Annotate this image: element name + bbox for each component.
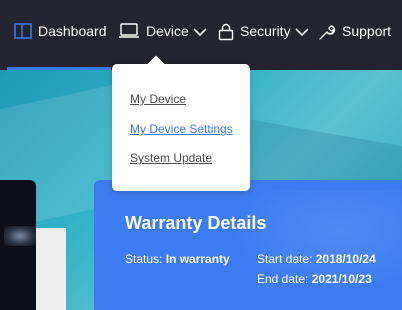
- warranty-start-date: Start date: 2018/10/24: [257, 252, 376, 266]
- laptop-icon: [118, 23, 140, 39]
- chevron-down-icon: [295, 27, 309, 37]
- warranty-status-label: Status:: [125, 252, 163, 266]
- warranty-start-value: 2018/10/24: [315, 252, 376, 266]
- warranty-card: Warranty Details Status: In warranty Sta…: [94, 180, 402, 310]
- device-photo-highlight: [4, 226, 36, 246]
- warranty-end-value: 2021/10/23: [311, 272, 372, 286]
- nav-label-device: Device: [146, 23, 189, 39]
- nav-item-device[interactable]: Device: [118, 0, 207, 70]
- dashboard-icon: [14, 23, 32, 39]
- top-navigation: Dashboard Device Security Support: [0, 0, 402, 70]
- nav-item-security[interactable]: Security: [218, 0, 309, 70]
- nav-item-dashboard[interactable]: Dashboard: [14, 0, 107, 70]
- warranty-status: Status: In warranty: [125, 252, 230, 266]
- warranty-status-value: In warranty: [165, 252, 230, 266]
- chevron-down-icon: [193, 27, 207, 37]
- menu-item-my-device-settings[interactable]: My Device Settings: [130, 122, 233, 136]
- nav-label-dashboard: Dashboard: [38, 23, 107, 39]
- warranty-title: Warranty Details: [125, 213, 267, 233]
- nav-label-security: Security: [240, 23, 291, 39]
- menu-item-system-update[interactable]: System Update: [130, 151, 212, 165]
- lock-icon: [218, 23, 234, 41]
- device-photo: [0, 180, 36, 310]
- warranty-end-date: End date: 2021/10/23: [257, 272, 372, 286]
- nav-label-support: Support: [342, 23, 392, 39]
- nav-item-support[interactable]: Support: [318, 0, 391, 70]
- device-dropdown-menu: My Device My Device Settings System Upda…: [112, 55, 250, 191]
- wrench-icon: [318, 23, 336, 41]
- content-panel: [36, 228, 66, 310]
- warranty-end-label: End date:: [257, 272, 309, 286]
- warranty-start-label: Start date:: [257, 252, 313, 266]
- menu-item-my-device[interactable]: My Device: [130, 92, 186, 106]
